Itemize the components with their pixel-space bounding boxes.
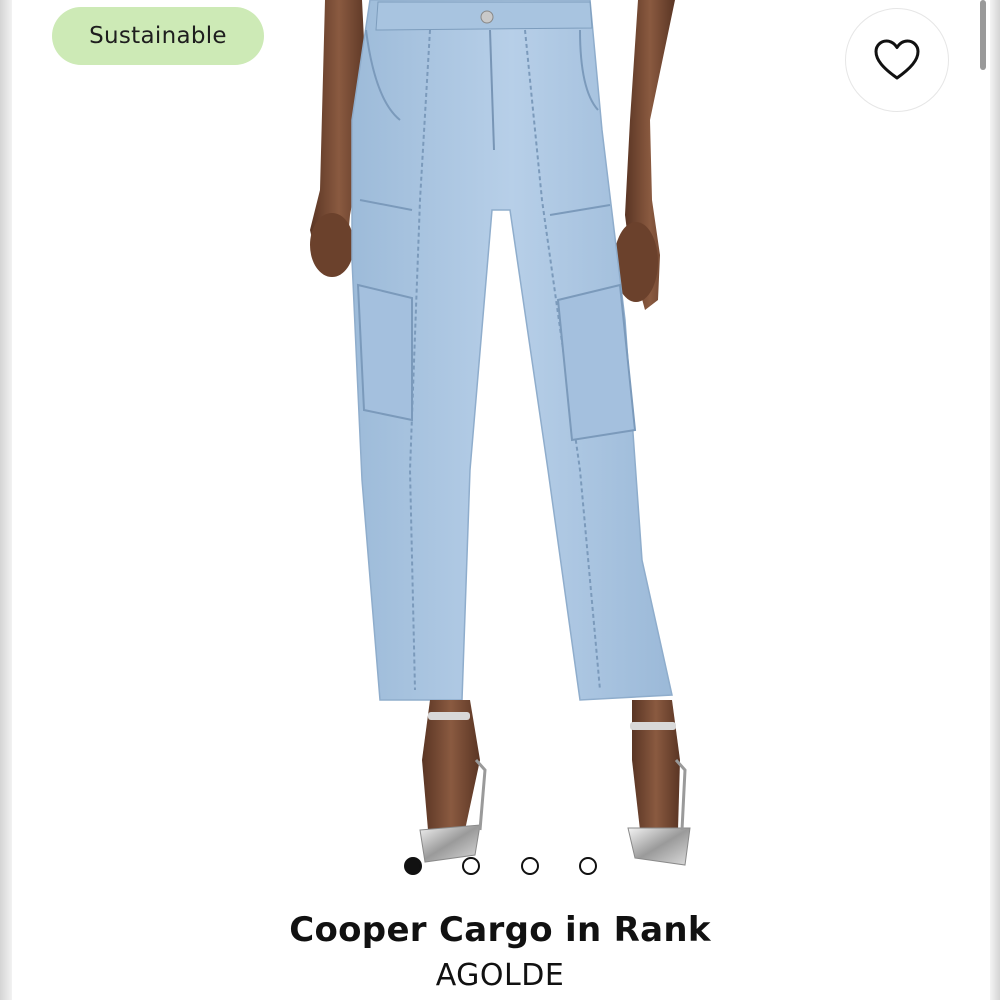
jeans — [351, 0, 673, 701]
product-page: Sustainable Cooper Cargo in Rank AGOLDE — [0, 0, 1000, 1000]
image-carousel-indicator — [400, 856, 610, 878]
carousel-dot-3[interactable] — [521, 857, 539, 875]
heart-icon — [874, 39, 920, 80]
screen-edge-left — [0, 0, 12, 1000]
product-brand[interactable]: AGOLDE — [0, 958, 1000, 993]
carousel-dot-2[interactable] — [462, 857, 480, 875]
model-legs — [422, 700, 680, 830]
favorite-button[interactable] — [845, 8, 949, 112]
sustainable-badge: Sustainable — [52, 7, 264, 65]
product-image[interactable] — [280, 0, 720, 895]
screen-edge-right — [990, 0, 1000, 1000]
product-title: Cooper Cargo in Rank — [289, 910, 711, 950]
carousel-dot-1[interactable] — [404, 857, 422, 875]
carousel-dot-4[interactable] — [579, 857, 597, 875]
scrollbar-thumb[interactable] — [980, 0, 986, 70]
